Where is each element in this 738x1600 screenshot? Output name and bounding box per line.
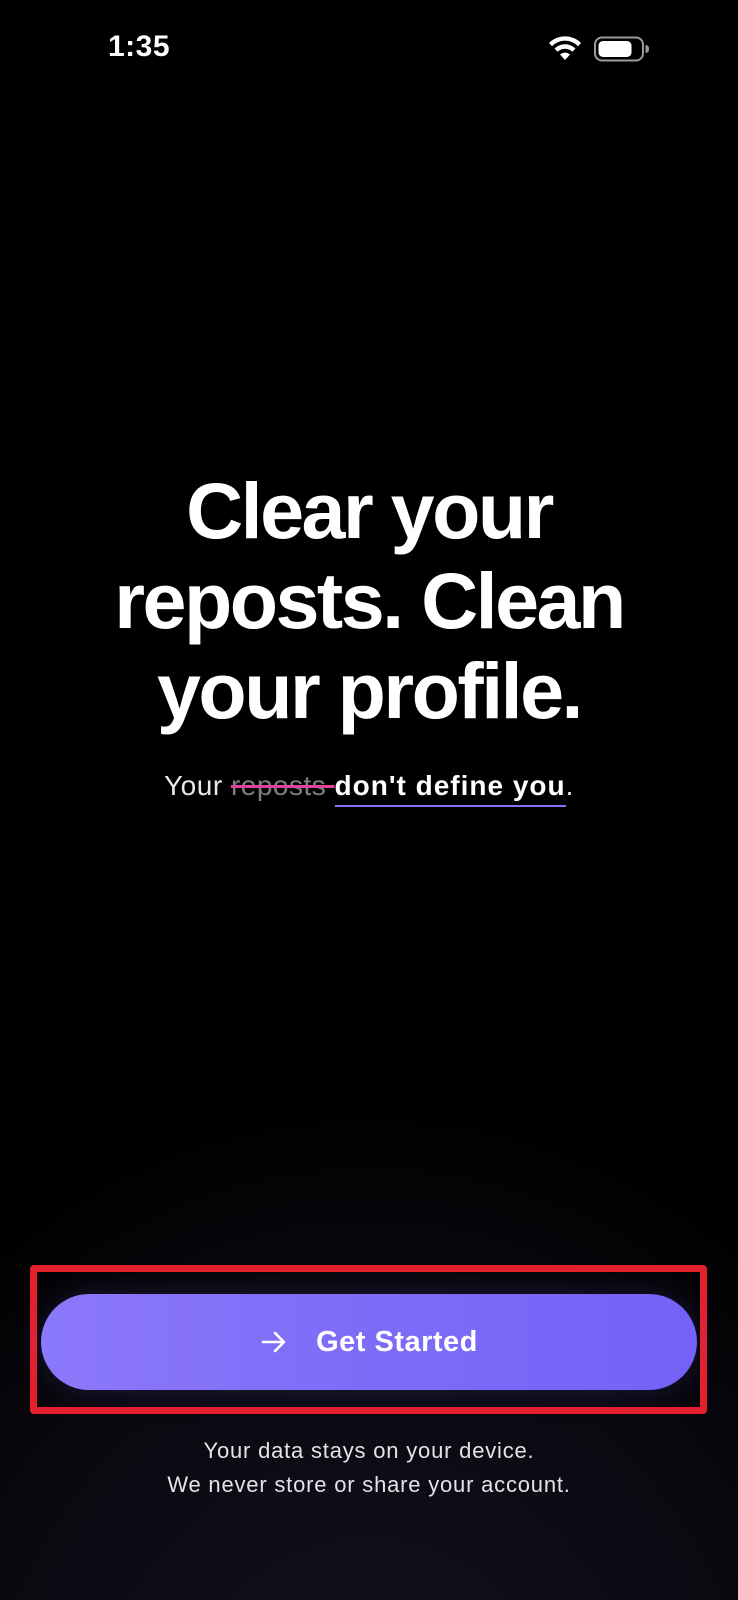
privacy-line-1: Your data stays on your device. bbox=[203, 1438, 535, 1463]
get-started-button[interactable]: Get Started bbox=[41, 1294, 697, 1390]
tagline-suffix: . bbox=[565, 770, 574, 801]
onboarding-screen: 1:35 Clear your reposts. Clean your prof… bbox=[0, 0, 738, 1600]
privacy-line-2: We never store or share your account. bbox=[167, 1472, 571, 1497]
tagline-prefix: Your bbox=[164, 770, 231, 801]
status-bar: 1:35 bbox=[0, 0, 738, 100]
battery-icon bbox=[594, 36, 649, 62]
hero: Clear your reposts. Clean your profile. … bbox=[0, 466, 738, 807]
tagline-emphasis: don't define you bbox=[334, 770, 566, 807]
tagline: Your reposts don't define you. bbox=[0, 770, 738, 807]
tagline-struck-word: reposts bbox=[230, 770, 335, 801]
arrow-right-icon bbox=[261, 1331, 286, 1353]
status-time: 1:35 bbox=[108, 30, 171, 63]
wifi-icon bbox=[549, 36, 581, 60]
get-started-label: Get Started bbox=[316, 1325, 478, 1358]
hero-title: Clear your reposts. Clean your profile. bbox=[114, 466, 626, 735]
privacy-note: Your data stays on your device. We never… bbox=[0, 1434, 738, 1502]
